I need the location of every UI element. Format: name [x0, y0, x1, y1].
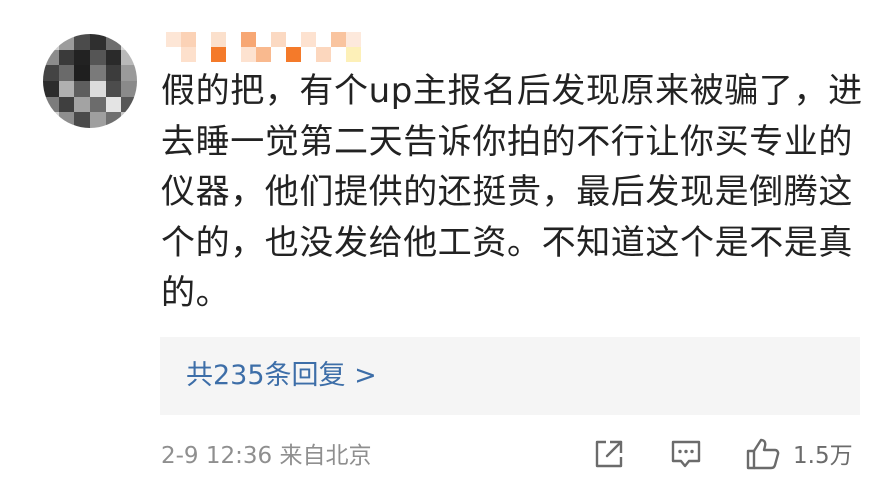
thumbs-up-icon[interactable] — [744, 436, 782, 472]
comment-text: 假的把，有个up主报名后发现原来被骗了，进去睡一觉第二天告诉你拍的不行让你买专业… — [161, 71, 863, 313]
avatar[interactable] — [43, 34, 137, 128]
post-location: 来自北京 — [279, 443, 372, 469]
replies-panel[interactable]: 共235条回复 > — [160, 337, 860, 415]
comment-icon[interactable] — [668, 436, 704, 472]
like-count: 1.5万 — [793, 443, 853, 469]
view-replies-link[interactable]: 共235条回复 > — [186, 357, 377, 395]
share-icon[interactable] — [591, 436, 627, 472]
comment-card: 假的把，有个up主报名后发现原来被骗了，进去睡一觉第二天告诉你拍的不行让你买专业… — [0, 0, 893, 494]
username-pixelated[interactable] — [166, 32, 376, 62]
comment-footer: 2-9 12:36 来自北京 1.5万 — [161, 436, 861, 474]
post-time: 2-9 12:36 — [161, 443, 273, 469]
timestamp: 2-9 12:36 来自北京 — [161, 440, 371, 472]
